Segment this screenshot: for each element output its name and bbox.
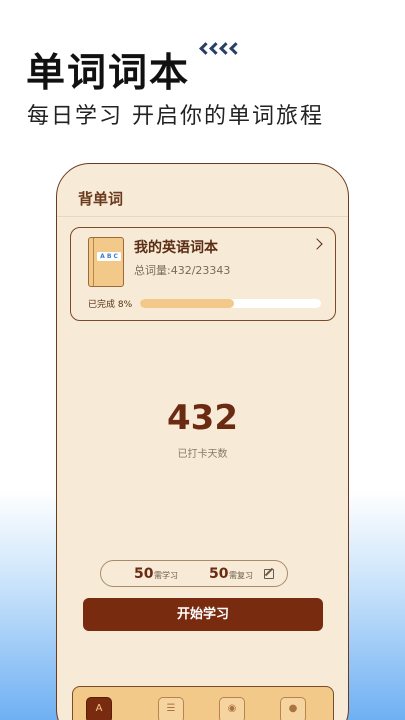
checkin-days-number: 432: [167, 398, 238, 438]
hero-title: 单词词本: [26, 51, 191, 96]
learn-count: 50: [134, 566, 154, 582]
book-card[interactable]: A B C 我的英语词本 总词量:432/23343 已完成 8%: [70, 227, 336, 321]
book-name: 我的英语词本: [134, 240, 218, 256]
title-divider: [57, 216, 348, 217]
profile-icon: ●: [288, 703, 298, 714]
hero-subtitle: 每日学习 开启你的单词旅程: [27, 104, 324, 129]
nav-item-profile[interactable]: ●: [280, 697, 306, 720]
chevron-right-icon[interactable]: [311, 238, 323, 250]
learn-label: 需学习: [154, 571, 178, 580]
study-stats-pill: 50 需学习 50 需复习: [100, 560, 288, 587]
book-word-count: 总词量:432/23343: [134, 264, 231, 277]
phone-screen: 背单词 A B C 我的英语词本 总词量:432/23343 已完成 8% 43…: [56, 163, 349, 720]
edit-icon[interactable]: [264, 569, 274, 579]
review-count: 50: [209, 566, 229, 582]
book-cover-icon: A B C: [88, 237, 124, 287]
progress-label: 已完成 8%: [88, 300, 133, 310]
review-label: 需复习: [229, 571, 253, 580]
nav-item-camera[interactable]: ◉: [219, 697, 245, 720]
list-icon: ☰: [166, 703, 176, 714]
bottom-nav: A ☰ ◉ ●: [72, 686, 334, 720]
nav-item-list[interactable]: ☰: [158, 697, 184, 720]
progress-bar-fill: [140, 299, 235, 308]
book-cover-label: A B C: [97, 252, 121, 261]
camera-icon: ◉: [227, 703, 237, 714]
progress-bar: [140, 299, 321, 308]
checkin-days-label: 已打卡天数: [177, 449, 228, 460]
screen-title: 背单词: [78, 190, 124, 208]
book-a-icon: A: [95, 703, 103, 714]
nav-item-book[interactable]: A: [86, 697, 112, 720]
start-learning-button[interactable]: 开始学习: [83, 598, 323, 631]
chevrons-decoration-icon: [199, 42, 242, 55]
